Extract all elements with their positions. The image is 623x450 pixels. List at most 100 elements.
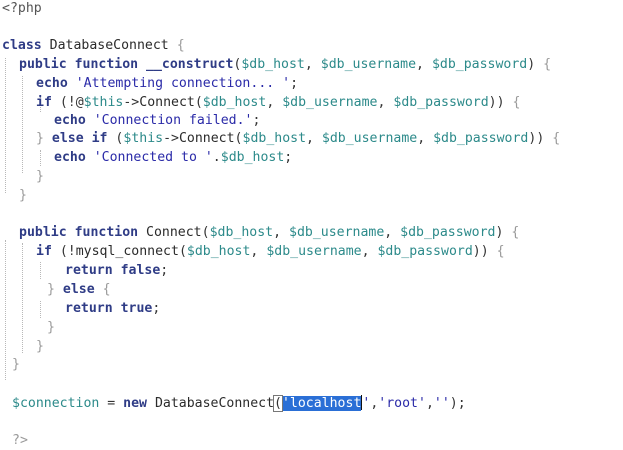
code-editor[interactable]: <?php class DatabaseConnect {public funct…	[0, 0, 623, 450]
selected-text[interactable]: 'localhost	[281, 396, 362, 411]
code-token: $db_host	[242, 131, 307, 146]
code-line[interactable]: return false;	[65, 262, 168, 280]
code-token: }	[47, 282, 63, 297]
code-token: echo	[36, 76, 76, 91]
code-token: <?php	[2, 1, 42, 16]
code-token: (	[201, 225, 210, 240]
code-token: (!@	[59, 95, 84, 110]
code-token: $db_password	[393, 95, 489, 110]
code-token: echo	[54, 150, 94, 165]
code-token: $db_host	[186, 244, 251, 259]
code-token: =	[99, 396, 124, 411]
code-token: $db_username	[321, 131, 418, 146]
code-token: 'Attempting connection... '	[75, 76, 291, 91]
code-token: {	[543, 57, 552, 72]
code-token: DatabaseConnect	[49, 38, 177, 53]
indent-guide	[40, 301, 41, 318]
code-line[interactable]: echo 'Connection failed.';	[54, 112, 260, 130]
code-line[interactable]: ?>	[12, 432, 28, 450]
code-token: Connect	[146, 225, 202, 240]
code-token: {	[102, 282, 111, 297]
code-line[interactable]: public function Connect($db_host, $db_us…	[19, 224, 519, 242]
code-line[interactable]: }	[36, 338, 44, 356]
code-token: if	[91, 131, 116, 146]
code-line[interactable]: echo 'Attempting connection... ';	[36, 75, 298, 93]
code-token: new	[123, 396, 155, 411]
code-token: ,	[416, 57, 432, 72]
code-token: }	[36, 339, 44, 354]
code-token: 'Connected to '	[93, 150, 213, 165]
code-line[interactable]: }	[36, 168, 44, 186]
code-line[interactable]: echo 'Connected to '.$db_host;	[54, 149, 292, 167]
code-token: $db_username	[266, 244, 362, 259]
code-token: {	[511, 225, 520, 240]
code-token: ))	[528, 131, 553, 146]
code-token: Connect	[178, 131, 235, 146]
code-line[interactable]: $connection = new DatabaseConnect('local…	[12, 395, 466, 413]
code-token: ;	[152, 301, 161, 316]
code-line[interactable]: class DatabaseConnect {	[2, 37, 185, 55]
code-token: ,	[425, 396, 434, 411]
code-token: ,	[377, 95, 394, 110]
code-token: ->	[163, 131, 179, 146]
code-token: ,	[306, 131, 322, 146]
code-token: .	[212, 150, 221, 165]
code-token: {	[512, 95, 521, 110]
code-token: ;	[290, 76, 299, 91]
code-token: $db_username	[282, 95, 378, 110]
code-token: true	[120, 301, 153, 316]
code-token: else	[62, 282, 103, 297]
code-token: ))	[488, 95, 513, 110]
code-token: function	[74, 57, 147, 72]
code-token: {	[552, 131, 561, 146]
code-line[interactable]: if (!mysql_connect($db_host, $db_usernam…	[36, 243, 505, 261]
code-token: }	[12, 357, 20, 372]
code-token: $db_password	[377, 244, 473, 259]
code-token: {	[496, 244, 505, 259]
code-token: $db_host	[209, 225, 274, 240]
code-token: DatabaseConnect	[154, 396, 275, 411]
code-token: }	[19, 188, 27, 203]
code-token: ;	[284, 150, 293, 165]
code-token: ,	[384, 225, 401, 240]
code-token: ,	[304, 57, 321, 72]
code-token: if	[36, 244, 60, 259]
code-token: Connect	[139, 95, 195, 110]
code-token: echo	[54, 113, 94, 128]
code-line[interactable]: <?php	[2, 0, 42, 18]
code-line[interactable]: return true;	[65, 300, 160, 318]
code-token: false	[120, 263, 161, 278]
code-line[interactable]: public function __construct($db_host, $d…	[19, 56, 551, 74]
code-token: }	[36, 169, 44, 184]
code-token: __construct	[146, 57, 234, 72]
code-token: ->	[123, 95, 140, 110]
code-token: ;	[252, 113, 261, 128]
code-token: else	[51, 131, 92, 146]
code-token: (	[234, 131, 243, 146]
code-token: public	[19, 57, 75, 72]
code-line[interactable]: if (!@$this->Connect($db_host, $db_usern…	[36, 94, 520, 112]
code-token: $db_password	[400, 225, 496, 240]
code-token: ,	[417, 131, 434, 146]
code-token: (	[178, 244, 187, 259]
code-token: ,	[273, 225, 289, 240]
code-token: return	[65, 263, 121, 278]
code-token: function	[74, 225, 147, 240]
code-line[interactable]: }	[12, 356, 20, 374]
code-token: $db_username	[320, 57, 417, 72]
code-token: ''	[433, 396, 450, 411]
code-token: }	[47, 320, 55, 335]
code-token: mysql_connect	[75, 244, 179, 259]
code-line[interactable]: }	[47, 319, 55, 337]
code-line[interactable]: }	[19, 187, 27, 205]
code-token: )	[527, 57, 544, 72]
code-token: (!	[59, 244, 76, 259]
code-line[interactable]: } else {	[47, 281, 111, 299]
code-token: $this	[83, 95, 124, 110]
code-line[interactable]: } else if ($this->Connect($db_host, $db_…	[36, 130, 560, 148]
code-token: $this	[123, 131, 164, 146]
indent-guide	[5, 58, 6, 193]
code-token: ,	[361, 244, 378, 259]
code-token: ;	[160, 263, 169, 278]
code-token: class	[2, 38, 50, 53]
